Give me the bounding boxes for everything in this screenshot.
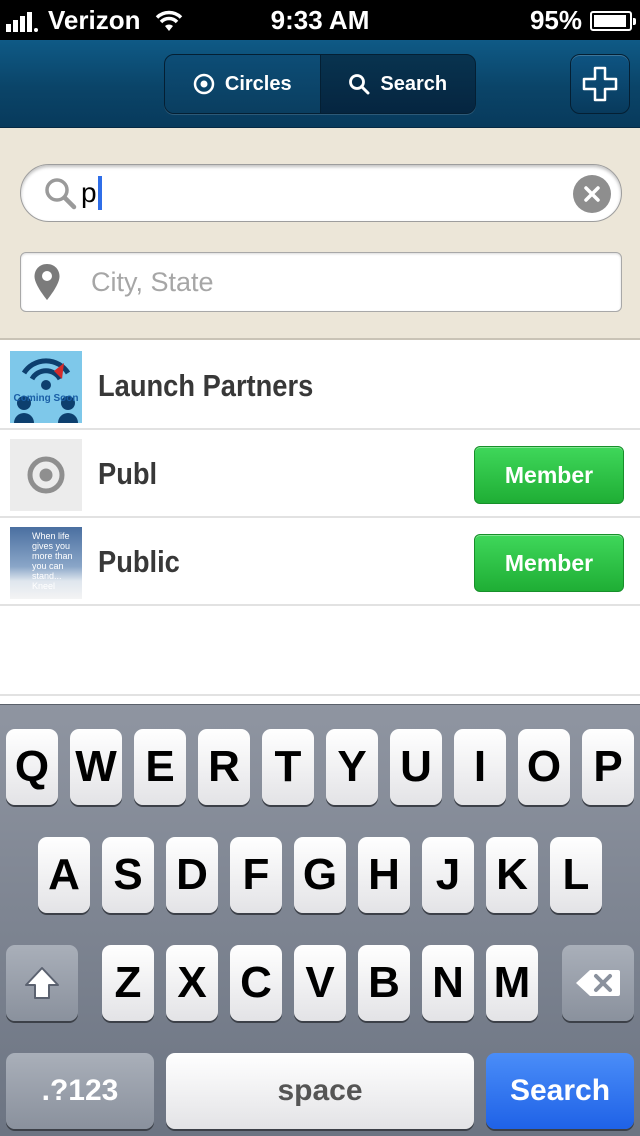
key-d[interactable]: D <box>166 837 218 913</box>
key-v[interactable]: V <box>294 945 346 1021</box>
key-u[interactable]: U <box>390 729 442 805</box>
tab-circles[interactable]: Circles <box>165 55 321 113</box>
battery-percent: 95% <box>529 5 582 35</box>
tab-search-label: Search <box>380 72 448 95</box>
circle-name: Public <box>98 544 180 579</box>
plus-icon <box>582 66 618 102</box>
key-q[interactable]: Q <box>6 729 58 805</box>
key-w[interactable]: W <box>70 729 122 805</box>
close-icon <box>584 186 600 202</box>
key-c[interactable]: C <box>230 945 282 1021</box>
location-input[interactable] <box>91 266 571 298</box>
add-button[interactable] <box>570 54 630 114</box>
shift-key[interactable] <box>6 945 78 1021</box>
keyboard: QWERTYUIOP ASDFGHJKL ZXCVBNM .?123 space… <box>0 704 640 1136</box>
shift-icon <box>25 967 59 999</box>
tab-search[interactable]: Search <box>320 55 475 113</box>
location-field[interactable] <box>20 252 622 312</box>
numbers-key[interactable]: .?123 <box>6 1053 154 1129</box>
quote-photo-image: When life gives you more than you can st… <box>10 527 82 599</box>
circle-name: Launch Partners <box>98 368 314 403</box>
key-t[interactable]: T <box>262 729 314 805</box>
key-h[interactable]: H <box>358 837 410 913</box>
space-key[interactable]: space <box>166 1053 474 1129</box>
segmented-control: Circles Search <box>164 54 476 114</box>
search-panel: p <box>0 128 640 340</box>
key-k[interactable]: K <box>486 837 538 913</box>
key-l[interactable]: L <box>550 837 602 913</box>
key-r[interactable]: R <box>198 729 250 805</box>
text-cursor <box>97 176 102 210</box>
key-z[interactable]: Z <box>102 945 154 1021</box>
key-i[interactable]: I <box>454 729 506 805</box>
key-j[interactable]: J <box>422 837 474 913</box>
search-input[interactable]: p <box>20 164 622 222</box>
results-list: Coming Soon Launch Partners Publ Member … <box>0 342 640 606</box>
key-e[interactable]: E <box>134 729 186 805</box>
search-query: p <box>81 177 97 208</box>
key-f[interactable]: F <box>230 837 282 913</box>
target-icon <box>193 73 215 95</box>
magnifier-icon <box>45 178 77 210</box>
key-b[interactable]: B <box>358 945 410 1021</box>
list-empty-row <box>0 608 640 696</box>
list-item[interactable]: Coming Soon Launch Partners <box>0 342 640 430</box>
key-s[interactable]: S <box>102 837 154 913</box>
search-key[interactable]: Search <box>486 1053 634 1129</box>
key-a[interactable]: A <box>38 837 90 913</box>
search-icon <box>349 74 370 95</box>
key-m[interactable]: M <box>486 945 538 1021</box>
key-p[interactable]: P <box>582 729 634 805</box>
list-item[interactable]: When life gives you more than you can st… <box>0 518 640 606</box>
coming-soon-image: Coming Soon <box>10 351 82 423</box>
tab-circles-label: Circles <box>224 72 292 95</box>
key-o[interactable]: O <box>518 729 570 805</box>
quote-text: When life gives you more than you can st… <box>32 531 73 591</box>
battery-icon <box>590 10 636 31</box>
delete-key[interactable] <box>562 945 634 1021</box>
list-item[interactable]: Publ Member <box>0 430 640 518</box>
status-bar: Verizon 9:33 AM 95% <box>0 0 640 40</box>
key-n[interactable]: N <box>422 945 474 1021</box>
delete-icon <box>576 970 620 996</box>
member-button[interactable]: Member <box>474 446 624 504</box>
member-button[interactable]: Member <box>474 534 624 592</box>
clear-search-button[interactable] <box>573 175 611 213</box>
location-pin-icon <box>34 264 60 300</box>
key-x[interactable]: X <box>166 945 218 1021</box>
navigation-bar: Circles Search <box>0 40 640 128</box>
key-y[interactable]: Y <box>326 729 378 805</box>
key-g[interactable]: G <box>294 837 346 913</box>
coming-soon-text: Coming Soon <box>14 393 79 404</box>
circle-name: Publ <box>98 456 158 491</box>
target-placeholder-icon <box>10 439 82 511</box>
